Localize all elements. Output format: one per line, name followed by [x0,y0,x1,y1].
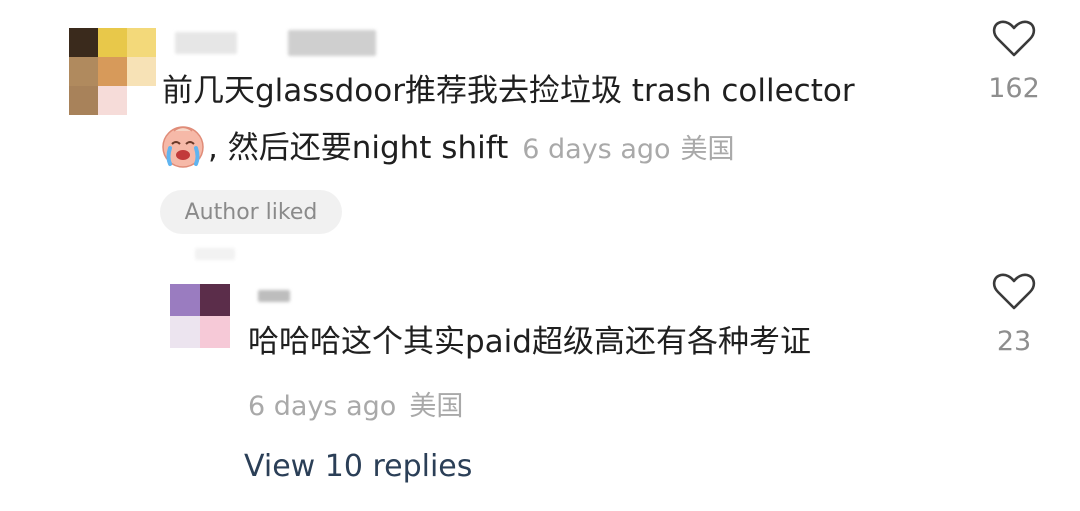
heart-icon [992,20,1036,57]
comment-like-button[interactable] [984,8,1044,68]
crying-face-icon [160,124,206,170]
comment-text-line1: 前几天glassdoor推荐我去捡垃圾 trash collector [162,73,855,109]
comment-time: 6 days ago [522,134,671,165]
comment-location: 美国 [680,134,735,165]
username-blurred[interactable] [175,32,237,54]
reply-like-count: 23 [996,326,1032,357]
reply-text: 哈哈哈这个其实paid超级高还有各种考证 [248,324,811,360]
author-liked-badge: Author liked [160,190,342,234]
comment-like-count: 162 [988,73,1040,104]
reply-time: 6 days ago [248,391,397,422]
username-blurred[interactable] [288,30,376,56]
reply-avatar[interactable] [170,284,230,348]
avatar[interactable] [40,28,158,126]
blurred-element [195,248,235,260]
view-replies-link[interactable]: View 10 replies [244,449,472,484]
heart-icon [992,273,1036,310]
reply-like-button[interactable] [984,261,1044,321]
reply-username-blurred[interactable] [258,290,290,302]
comment-text-line2: , 然后还要night shift [208,130,509,166]
reply-location: 美国 [409,391,464,422]
